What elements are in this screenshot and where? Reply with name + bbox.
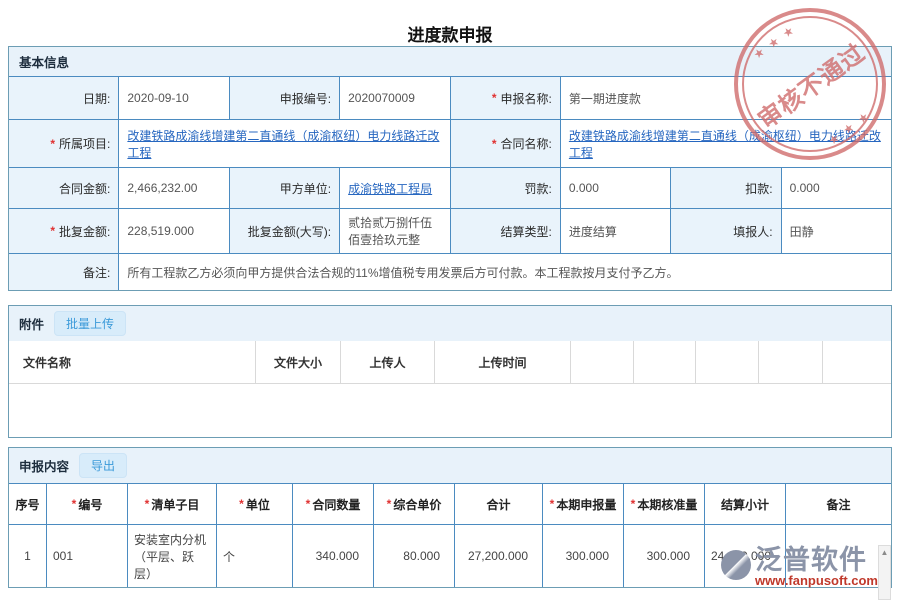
table-scrollbar[interactable]: ▲ [878, 545, 891, 600]
col-file-size: 文件大小 [256, 341, 341, 383]
deduction-value: 0.000 [782, 168, 891, 208]
basic-info-header: 基本信息 [9, 47, 891, 76]
deduction-label: 扣款: [671, 168, 780, 208]
attachments-section: 附件 批量上传 文件名称 文件大小 上传人 上传时间 [8, 305, 892, 438]
attachments-title: 附件 [19, 314, 44, 333]
basic-info-table: 日期: 2020-09-10 申报编号: 2020070009 *申报名称: 第… [9, 76, 891, 290]
contract-name-value: 改建铁路成渝线增建第二直通线（成渝枢纽）电力线路迁改工程 [561, 120, 891, 167]
row-seq: 1 [9, 525, 46, 587]
col-list-item: *清单子目 [128, 484, 216, 524]
project-value: 改建铁路成渝线增建第二直通线（成渝枢纽）电力线路迁改工程 [119, 120, 449, 167]
date-label: 日期: [9, 77, 118, 119]
watermark-url: www.fanpusoft.com [755, 574, 878, 588]
col-code: *编号 [47, 484, 127, 524]
filler-value: 田静 [782, 209, 891, 253]
declaration-title: 申报内容 [19, 456, 69, 475]
fine-value: 0.000 [561, 168, 670, 208]
contract-name-label: *合同名称: [451, 120, 560, 167]
party-a-link[interactable]: 成渝铁路工程局 [348, 180, 432, 197]
contract-link[interactable]: 改建铁路成渝线增建第二直通线（成渝枢纽）电力线路迁改工程 [569, 127, 883, 161]
declaration-no-label: 申报编号: [230, 77, 339, 119]
col-total: 合计 [455, 484, 542, 524]
col-uploader: 上传人 [341, 341, 435, 383]
declaration-name-label: *申报名称: [451, 77, 560, 119]
declaration-header: 申报内容 导出 [9, 448, 891, 483]
party-a-label: 甲方单位: [230, 168, 339, 208]
col-empty-5 [823, 341, 891, 383]
filler-label: 填报人: [671, 209, 780, 253]
row-list-item: 安装室内分机（平层、跃层） [128, 525, 216, 587]
approved-amount-value: 228,519.000 [119, 209, 228, 253]
attachments-table-header: 文件名称 文件大小 上传人 上传时间 [9, 341, 891, 384]
party-a-value: 成渝铁路工程局 [340, 168, 449, 208]
row-period-approved: 300.000 [624, 525, 704, 587]
project-link[interactable]: 改建铁路成渝线增建第二直通线（成渝枢纽）电力线路迁改工程 [127, 127, 441, 161]
basic-info-title: 基本信息 [19, 52, 69, 71]
col-empty-1 [571, 341, 634, 383]
fanpu-watermark: 泛普软件 www.fanpusoft.com [721, 546, 878, 588]
contract-amount-value: 2,466,232.00 [119, 168, 228, 208]
col-contract-qty: *合同数量 [293, 484, 373, 524]
fine-label: 罚款: [451, 168, 560, 208]
contract-amount-label: 合同金额: [9, 168, 118, 208]
col-empty-4 [759, 341, 823, 383]
watermark-brand: 泛普软件 [755, 546, 878, 574]
scroll-up-icon[interactable]: ▲ [881, 546, 889, 599]
col-unit: *单位 [217, 484, 292, 524]
remark-value: 所有工程款乙方必须向甲方提供合法合规的11%增值税专用发票后方可付款。本工程款按… [119, 254, 891, 290]
approved-caps-value: 贰拾贰万捌仟伍佰壹拾玖元整 [340, 209, 449, 253]
col-unit-price: *综合单价 [374, 484, 454, 524]
col-upload-time: 上传时间 [435, 341, 571, 383]
col-file-name: 文件名称 [9, 341, 256, 383]
declaration-name-value: 第一期进度款 [561, 77, 891, 119]
page-title: 进度款申报 [0, 0, 900, 46]
approved-caps-label: 批复金额(大写): [230, 209, 339, 253]
export-button[interactable]: 导出 [79, 453, 127, 478]
batch-upload-button[interactable]: 批量上传 [54, 311, 126, 336]
row-code: 001 [47, 525, 127, 587]
date-value: 2020-09-10 [119, 77, 228, 119]
col-seq: 序号 [9, 484, 46, 524]
project-label: *所属项目: [9, 120, 118, 167]
declaration-no-value: 2020070009 [340, 77, 449, 119]
col-period-approved: *本期核准量 [624, 484, 704, 524]
attachments-empty-body [9, 384, 891, 437]
remark-label: 备注: [9, 254, 118, 290]
settle-type-value: 进度结算 [561, 209, 670, 253]
row-contract-qty: 340.000 [293, 525, 373, 587]
settle-type-label: 结算类型: [451, 209, 560, 253]
row-unit: 个 [217, 525, 292, 587]
basic-info-section: 基本信息 日期: 2020-09-10 申报编号: 2020070009 *申报… [8, 46, 892, 291]
col-remark: 备注 [786, 484, 891, 524]
col-empty-3 [696, 341, 759, 383]
row-period-declared: 300.000 [543, 525, 623, 587]
fanpu-logo-icon [721, 550, 751, 580]
row-unit-price: 80.000 [374, 525, 454, 587]
col-settle-subtotal: 结算小计 [705, 484, 785, 524]
col-empty-2 [634, 341, 696, 383]
attachments-header: 附件 批量上传 [9, 306, 891, 341]
col-period-declared: *本期申报量 [543, 484, 623, 524]
approved-amount-label: *批复金额: [9, 209, 118, 253]
row-total: 27,200.000 [455, 525, 542, 587]
